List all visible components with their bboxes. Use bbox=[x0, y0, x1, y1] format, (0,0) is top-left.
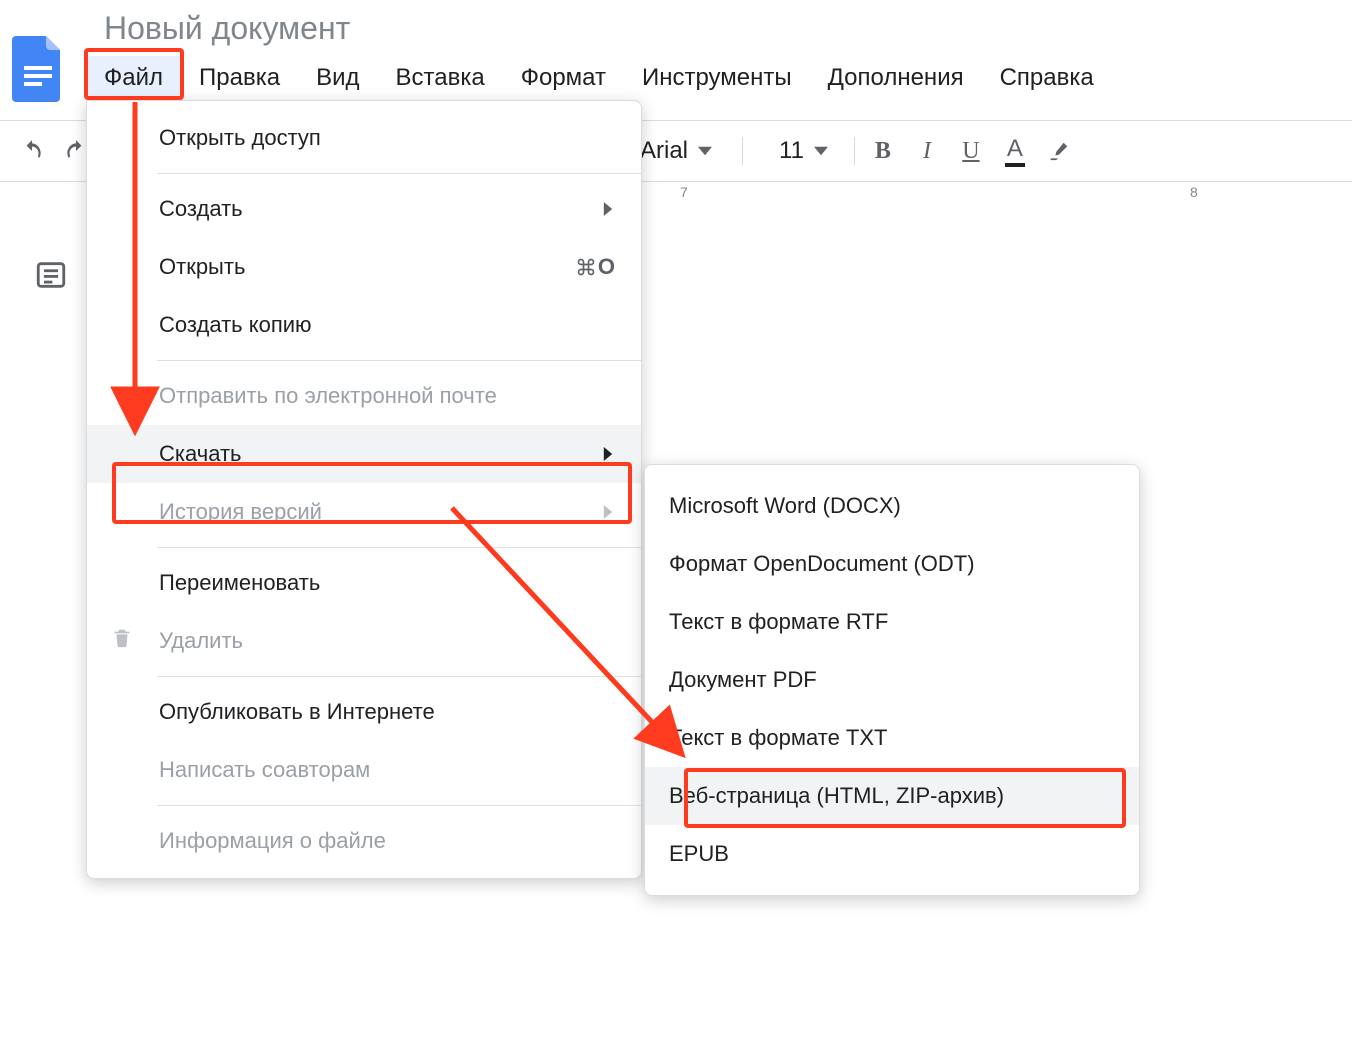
menu-open-shortcut-key: O bbox=[598, 254, 615, 280]
download-rtf[interactable]: Текст в формате RTF bbox=[645, 593, 1139, 651]
download-submenu: Microsoft Word (DOCX) Формат OpenDocumen… bbox=[644, 464, 1140, 896]
docs-logo-icon[interactable] bbox=[12, 36, 64, 102]
menu-share[interactable]: Открыть доступ bbox=[87, 109, 641, 167]
download-pdf-label: Документ PDF bbox=[669, 667, 817, 693]
file-menu-dropdown: Открыть доступ Создать Открыть O Создать… bbox=[86, 100, 642, 879]
menu-download[interactable]: Скачать bbox=[87, 425, 641, 483]
font-size-select[interactable]: 11 bbox=[779, 137, 804, 165]
menu-open-label: Открыть bbox=[159, 254, 245, 280]
download-html[interactable]: Веб-страница (HTML, ZIP-архив) bbox=[645, 767, 1139, 825]
menu-download-label: Скачать bbox=[159, 441, 242, 467]
font-family-select[interactable]: Arial bbox=[640, 137, 688, 165]
menu-edit[interactable]: Правка bbox=[181, 56, 298, 100]
menu-make-copy[interactable]: Создать копию bbox=[87, 296, 641, 354]
download-txt-label: Текст в формате TXT bbox=[669, 725, 887, 751]
menu-new-label: Создать bbox=[159, 196, 243, 222]
download-docx-label: Microsoft Word (DOCX) bbox=[669, 493, 901, 519]
font-controls: Arial 11 B I U A bbox=[640, 121, 1081, 181]
underline-button[interactable]: U bbox=[949, 129, 993, 173]
divider bbox=[157, 676, 641, 677]
menu-addons[interactable]: Дополнения bbox=[810, 56, 982, 100]
text-color-button[interactable]: A bbox=[993, 129, 1037, 173]
menu-email: Отправить по электронной почте bbox=[87, 367, 641, 425]
menu-open-shortcut: O bbox=[576, 254, 615, 280]
submenu-arrow-icon bbox=[601, 505, 615, 519]
separator bbox=[854, 137, 855, 165]
divider bbox=[157, 360, 641, 361]
menu-share-label: Открыть доступ bbox=[159, 125, 321, 151]
menu-new[interactable]: Создать bbox=[87, 180, 641, 238]
undo-button[interactable] bbox=[10, 129, 54, 173]
menu-email-collaborators: Написать соавторам bbox=[87, 741, 641, 799]
menu-view[interactable]: Вид bbox=[298, 56, 377, 100]
menu-email-label: Отправить по электронной почте bbox=[159, 383, 497, 409]
download-epub-label: EPUB bbox=[669, 841, 729, 867]
submenu-arrow-icon bbox=[601, 202, 615, 216]
submenu-arrow-icon bbox=[601, 447, 615, 461]
highlight-button[interactable] bbox=[1037, 129, 1081, 173]
menu-file[interactable]: Файл bbox=[86, 56, 181, 100]
download-epub[interactable]: EPUB bbox=[645, 825, 1139, 883]
trash-icon bbox=[111, 627, 133, 655]
menu-open[interactable]: Открыть O bbox=[87, 238, 641, 296]
download-odt-label: Формат OpenDocument (ODT) bbox=[669, 551, 975, 577]
download-odt[interactable]: Формат OpenDocument (ODT) bbox=[645, 535, 1139, 593]
menubar: Файл Правка Вид Вставка Формат Инструмен… bbox=[86, 56, 1112, 100]
menu-help[interactable]: Справка bbox=[982, 56, 1112, 100]
menu-email-collaborators-label: Написать соавторам bbox=[159, 757, 370, 783]
separator bbox=[742, 137, 743, 165]
menu-details[interactable]: Информация о файле bbox=[87, 812, 641, 870]
menu-publish[interactable]: Опубликовать в Интернете bbox=[87, 683, 641, 741]
menu-delete[interactable]: Удалить bbox=[87, 612, 641, 670]
download-pdf[interactable]: Документ PDF bbox=[645, 651, 1139, 709]
ruler-tick-8: 8 bbox=[1190, 184, 1198, 200]
menu-rename-label: Переименовать bbox=[159, 570, 320, 596]
menu-format[interactable]: Формат bbox=[503, 56, 624, 100]
command-key-icon bbox=[576, 257, 596, 277]
menu-make-copy-label: Создать копию bbox=[159, 312, 312, 338]
download-html-label: Веб-страница (HTML, ZIP-архив) bbox=[669, 783, 1004, 809]
document-title[interactable]: Новый документ bbox=[104, 10, 350, 47]
menu-publish-label: Опубликовать в Интернете bbox=[159, 699, 435, 725]
divider bbox=[157, 805, 641, 806]
menu-delete-label: Удалить bbox=[159, 628, 243, 654]
menu-version-history[interactable]: История версий bbox=[87, 483, 641, 541]
divider bbox=[157, 173, 641, 174]
download-txt[interactable]: Текст в формате TXT bbox=[645, 709, 1139, 767]
document-outline-button[interactable] bbox=[34, 258, 70, 294]
bold-button[interactable]: B bbox=[861, 129, 905, 173]
menu-details-label: Информация о файле bbox=[159, 828, 386, 854]
caret-down-icon bbox=[698, 144, 712, 158]
caret-down-icon bbox=[814, 144, 828, 158]
ruler: 7 8 bbox=[640, 184, 1352, 210]
download-docx[interactable]: Microsoft Word (DOCX) bbox=[645, 477, 1139, 535]
menu-tools[interactable]: Инструменты bbox=[624, 56, 810, 100]
menu-version-history-label: История версий bbox=[159, 499, 322, 525]
menu-insert[interactable]: Вставка bbox=[378, 56, 503, 100]
ruler-tick-7: 7 bbox=[680, 184, 688, 200]
italic-button[interactable]: I bbox=[905, 129, 949, 173]
menu-rename[interactable]: Переименовать bbox=[87, 554, 641, 612]
divider bbox=[157, 547, 641, 548]
download-rtf-label: Текст в формате RTF bbox=[669, 609, 888, 635]
